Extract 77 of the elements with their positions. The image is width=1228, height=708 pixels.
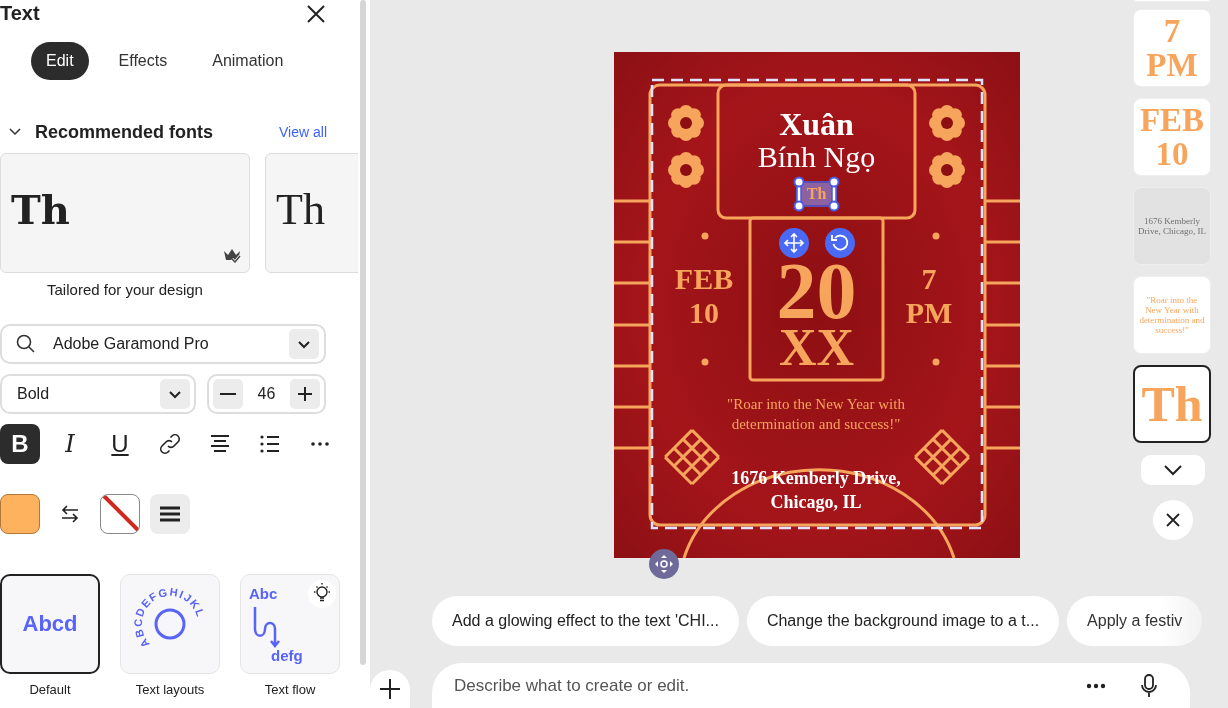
suggestion-chip[interactable]: Apply a festiv — [1067, 596, 1203, 646]
suggestion-chip[interactable]: Change the background image to a t... — [746, 596, 1060, 646]
crown-check-icon — [223, 247, 241, 263]
panel-title: Text — [0, 1, 40, 25]
scroll-down-button[interactable] — [1141, 455, 1205, 485]
close-icon — [306, 3, 326, 24]
poster-subtitle: Bính Ngọ — [756, 142, 877, 172]
bold-button[interactable]: B — [0, 423, 40, 464]
layer-text: PM — [1146, 48, 1198, 82]
chevron-icon — [1163, 464, 1183, 476]
add-button[interactable] — [370, 670, 410, 708]
tab[interactable]: Effects — [103, 42, 183, 80]
layer-text: Th — [1141, 387, 1203, 421]
slash-icon — [101, 494, 139, 533]
lightbulb-icon — [308, 579, 336, 608]
stroke-weight-button[interactable] — [150, 493, 190, 534]
plus-icon — [296, 384, 314, 403]
view-all-link[interactable]: View all — [279, 121, 327, 143]
increase-button[interactable] — [290, 378, 320, 409]
layout-label: Text layouts — [134, 680, 206, 699]
dropdown-button[interactable] — [289, 328, 319, 359]
link-icon — [158, 431, 182, 456]
font-sample: Th — [276, 188, 325, 232]
section-title: Recommended fonts — [35, 120, 214, 144]
underline-button[interactable]: U — [100, 423, 140, 464]
poster-date-text: 10 — [688, 298, 720, 328]
font-sample: Th — [11, 188, 70, 232]
plus-icon — [379, 678, 401, 700]
move-handle-icon[interactable] — [649, 549, 679, 579]
poster-year-text: 20 — [775, 259, 858, 323]
layer-text: 1676 Kemberly Drive, Chicago, IL — [1138, 216, 1206, 236]
more-icon — [311, 441, 329, 446]
search-icon — [16, 333, 36, 354]
font-search-field[interactable]: Adobe Garamond Pro — [0, 323, 326, 364]
default-layout-option[interactable]: Abcd — [0, 573, 100, 674]
close-button[interactable] — [1153, 500, 1193, 540]
layer-text: 7 — [1163, 14, 1181, 48]
minus-icon — [220, 392, 236, 395]
italic-button[interactable]: I — [50, 423, 90, 464]
font-card-label: Tailored for your design — [46, 280, 204, 300]
prompt-input[interactable]: Describe what to create or edit. — [452, 671, 1086, 700]
selected-text: Th — [805, 184, 828, 204]
layer-text: "Roar into the New Year with determination and success!" — [1138, 295, 1206, 335]
tab[interactable]: Edit — [31, 42, 89, 80]
rotate-icon[interactable] — [825, 228, 855, 258]
font-size-input[interactable]: 46 — [243, 380, 290, 407]
microphone-icon[interactable] — [1140, 673, 1158, 698]
scrollbar-thumb[interactable] — [360, 0, 366, 665]
poster-time-text: PM — [904, 298, 954, 328]
suggestion-chip[interactable]: Add a glowing effect to the text 'CHI... — [432, 596, 739, 646]
poster-time-text: 7 — [920, 264, 938, 294]
decrease-button[interactable] — [213, 378, 243, 409]
more-icon[interactable] — [1086, 682, 1106, 689]
font-weight-dropdown[interactable]: Bold — [0, 373, 196, 414]
font-preview-card[interactable]: Th — [0, 153, 250, 273]
poster-year-text: XX — [777, 322, 856, 374]
font-preview-card[interactable]: Th — [265, 153, 358, 273]
fill-color-swatch[interactable] — [0, 493, 40, 534]
no-stroke-swatch[interactable] — [100, 493, 140, 534]
font-search-input[interactable]: Adobe Garamond Pro — [51, 330, 289, 357]
poster-date-text: FEB — [673, 264, 735, 294]
poster-quote: "Roar into the New Year with determination and success!" — [726, 395, 906, 434]
prompt-field[interactable]: Describe what to create or edit. — [432, 663, 1190, 708]
layout-label: Text flow — [263, 680, 317, 699]
layer-text: 10 — [1155, 137, 1189, 171]
text-flow-drawing: Abc defg — [241, 580, 321, 667]
layout-label: Default — [28, 680, 72, 699]
text-flow-option[interactable]: Abc defg — [240, 573, 340, 674]
move-icon[interactable] — [779, 228, 809, 258]
font-size-field[interactable]: 46 — [207, 373, 326, 414]
dropdown-button[interactable] — [160, 378, 190, 409]
layer-text: FEB — [1139, 103, 1205, 137]
font-weight-input[interactable]: Bold — [15, 380, 160, 407]
poster-title: Xuân — [778, 108, 855, 140]
layer-thumbnail[interactable]: 1676 Kemberly Drive, Chicago, IL — [1133, 187, 1211, 265]
close-icon — [1165, 512, 1181, 528]
tab[interactable]: Animation — [197, 42, 299, 80]
